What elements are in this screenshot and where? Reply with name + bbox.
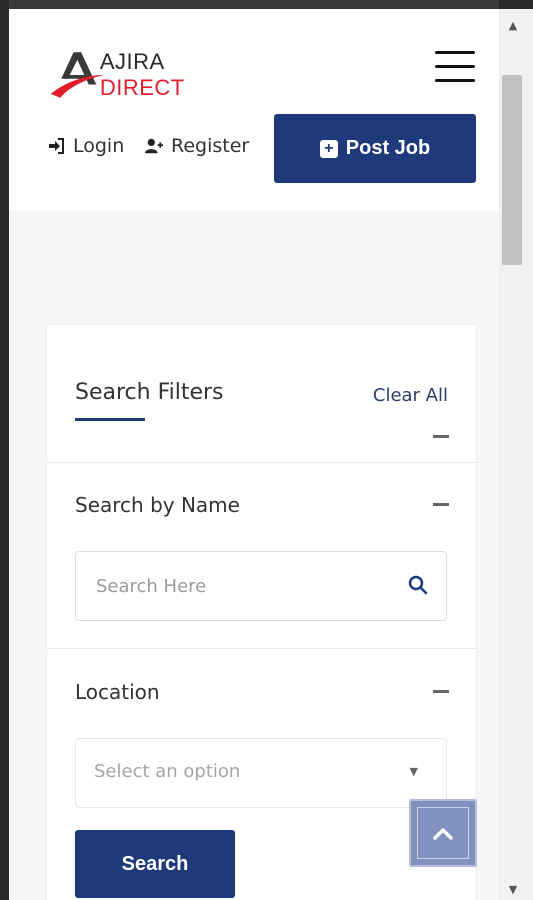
site-logo[interactable]: AJIRA DIRECT (47, 45, 247, 105)
clear-all-link[interactable]: Clear All (373, 385, 448, 406)
search-filters-title: Search Filters (75, 380, 224, 405)
window-top-bar (9, 0, 499, 9)
search-by-name-label: Search by Name (75, 493, 240, 517)
divider (47, 648, 476, 649)
location-select-value: Select an option (94, 761, 241, 782)
post-job-button[interactable]: + Post Job (274, 114, 476, 183)
scroll-up-arrow-icon[interactable]: ▲ (503, 14, 523, 36)
collapse-filters-icon[interactable] (433, 435, 449, 438)
site-header: AJIRA DIRECT Login Register + Post Job (9, 9, 499, 211)
login-label: Login (73, 135, 125, 157)
search-input[interactable] (94, 552, 398, 620)
collapse-name-section-icon[interactable] (433, 503, 449, 506)
search-name-field (75, 551, 447, 621)
logo-text-ajira: AJIRA (99, 49, 164, 74)
search-button[interactable]: Search (75, 830, 235, 898)
plus-square-icon: + (319, 139, 338, 158)
divider (47, 462, 476, 463)
hamburger-menu-icon[interactable] (435, 49, 475, 85)
logo-text: AJIRA DIRECT (100, 49, 247, 101)
post-job-label: Post Job (345, 137, 431, 159)
location-select[interactable]: Select an option ▼ (75, 738, 447, 808)
caret-down-icon: ▼ (409, 765, 418, 778)
sign-in-icon (47, 137, 65, 155)
scrollbar-thumb[interactable] (502, 75, 522, 265)
search-icon[interactable] (408, 575, 428, 595)
title-underline (75, 418, 145, 421)
logo-text-direct: DIRECT (99, 75, 185, 100)
collapse-location-section-icon[interactable] (433, 690, 449, 693)
login-link[interactable]: Login (47, 135, 124, 157)
scroll-down-arrow-icon[interactable]: ▼ (503, 878, 523, 900)
logo-mark-icon (50, 52, 104, 98)
location-label: Location (75, 680, 160, 704)
user-plus-icon (145, 137, 163, 155)
page-viewport: AJIRA DIRECT Login Register + Post Job S… (9, 9, 499, 900)
register-label: Register (171, 135, 250, 157)
back-to-top-button[interactable] (409, 799, 477, 867)
chevron-up-icon (433, 828, 453, 840)
register-link[interactable]: Register (145, 135, 249, 157)
